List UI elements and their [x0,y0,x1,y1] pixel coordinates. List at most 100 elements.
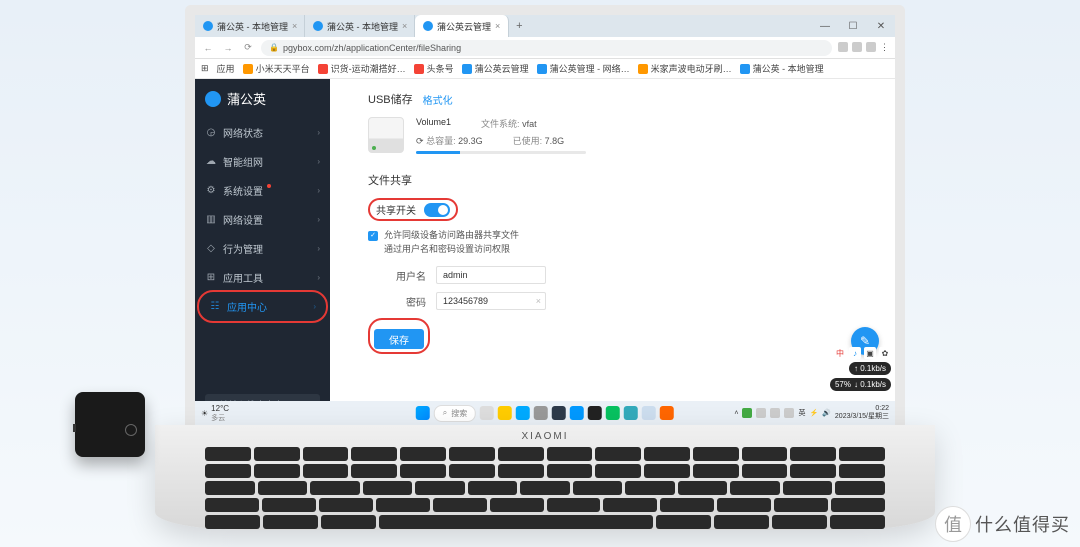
close-icon[interactable]: × [402,21,407,31]
forward-button[interactable]: → [221,43,235,53]
taskbar-search[interactable]: ⌕ 搜索 [434,405,476,422]
wifi-icon[interactable]: ⚡ [809,409,818,417]
close-icon[interactable]: × [495,21,500,31]
desc-line: 通过用户名和密码设置访问权限 [384,243,519,257]
pinned-app-icon[interactable] [570,406,584,420]
browser-tab[interactable]: 蒲公英 - 本地管理 × [195,15,305,37]
password-input[interactable]: 123456789 × [436,292,546,310]
back-button[interactable]: ← [201,43,215,53]
bookmark-item[interactable]: 头条号 [414,62,454,75]
bookmark-item[interactable]: 蒲公英管理 - 网络… [537,62,630,75]
minimize-button[interactable]: — [811,15,839,37]
taskview-icon[interactable] [480,406,494,420]
permission-option[interactable]: ✓ 允许同级设备访问路由器共享文件 通过用户名和密码设置访问权限 [368,229,857,256]
keyboard [205,447,885,512]
sidebar-item-network-status[interactable]: ◶ 网络状态 › [195,118,330,147]
tray-icon[interactable]: ♪ [849,347,861,359]
url-input[interactable]: 🔒 pgybox.com/zh/applicationCenter/fileSh… [261,40,832,56]
sidebar-item-app-tools[interactable]: ⊞ 应用工具 › [195,263,330,292]
weather-widget[interactable]: ☀ 12°C 多云 [201,404,229,423]
disk-icon [368,117,404,153]
tray-icon[interactable] [742,408,752,418]
refresh-icon[interactable]: ⟳ [416,136,424,146]
bookmark-item[interactable]: 小米天天平台 [243,62,310,75]
system-stats-pill[interactable]: 57%↓ 0.1kb/s [830,378,891,391]
tray-icon[interactable]: ✿ [879,347,891,359]
extension-icon[interactable] [838,42,848,52]
favicon-icon [203,21,213,31]
pinned-app-icon[interactable] [642,406,656,420]
tray-icon[interactable]: ▣ [864,347,876,359]
start-button[interactable] [416,406,430,420]
tray-icon[interactable] [784,408,794,418]
tray-icon[interactable] [756,408,766,418]
sidebar-item-label: 网络状态 [223,125,263,140]
clear-icon[interactable]: × [536,296,541,306]
sidebar-item-behavior-manage[interactable]: ◇ 行为管理 › [195,234,330,263]
network-icon: ▥ [205,214,217,225]
system-stats-pill[interactable]: ↑ 0.1kb/s [849,362,891,375]
ime-indicator[interactable]: 英 [798,408,805,418]
chevron-up-icon[interactable]: ˄ [734,410,738,417]
app-content: 蒲公英 ◶ 网络状态 › ☁ 智能组网 › [195,79,895,425]
clock[interactable]: 0:22 2023/3/15/星期三 [835,405,889,420]
new-tab-button[interactable]: + [509,15,529,37]
save-highlight: 保存 [368,318,430,354]
sidebar-item-app-center[interactable]: ☷ 应用中心 › [199,292,326,321]
pinned-app-icon[interactable] [624,406,638,420]
ime-icon[interactable]: 中 [834,347,846,359]
main-panel: USB储存 格式化 Volume1 文件系统: vfat ⟳ 总容量: 29.3… [330,79,895,425]
sidebar-item-network-settings[interactable]: ▥ 网络设置 › [195,205,330,234]
laptop: 蒲公英 - 本地管理 × 蒲公英 - 本地管理 × 蒲公英云管理 × + — ☐ [155,5,935,542]
close-icon[interactable]: × [292,21,297,31]
browser-tab-active[interactable]: 蒲公英云管理 × [415,15,509,37]
pinned-app-icon[interactable] [516,406,530,420]
bookmark-item[interactable]: 米家声波电动牙刷… [638,62,732,75]
share-toggle[interactable] [424,203,450,217]
tray-icon[interactable] [770,408,780,418]
volume-icon[interactable]: 🔊 [822,409,831,417]
windows-taskbar: ☀ 12°C 多云 ⌕ 搜索 [195,401,895,425]
chevron-right-icon: › [317,273,320,282]
usb-section-title: USB储存 格式化 [368,91,857,107]
maximize-button[interactable]: ☐ [839,15,867,37]
save-button[interactable]: 保存 [374,329,424,349]
pinned-app-icon[interactable] [588,406,602,420]
highlight-annotation: ☷ 应用中心 › [197,290,328,323]
menu-icon[interactable]: ⋮ [880,42,889,53]
browser-tab[interactable]: 蒲公英 - 本地管理 × [305,15,415,37]
pinned-app-icon[interactable] [534,406,548,420]
reload-button[interactable]: ⟳ [241,42,255,53]
pinned-app-icon[interactable] [660,406,674,420]
volume-name: Volume1 [416,117,451,130]
sidebar-item-system-settings[interactable]: ⚙ 系统设置 › [195,176,330,205]
bookmark-item[interactable]: 识货-运动潮搭好… [318,62,406,75]
pinned-app-icon[interactable] [498,406,512,420]
extension-icon[interactable] [852,42,862,52]
total-value: 29.3G [458,136,483,146]
bookmark-item[interactable]: 蒲公英云管理 [462,62,529,75]
pinned-app-icon[interactable] [552,406,566,420]
sidebar-item-smart-network[interactable]: ☁ 智能组网 › [195,147,330,176]
sidebar-item-label: 应用中心 [227,299,267,314]
username-input[interactable]: admin [436,266,546,284]
grid-icon: ⊞ [205,272,217,283]
used-value: 7.8G [545,136,565,146]
bookmark-item[interactable]: 蒲公英 - 本地管理 [740,62,824,75]
pinned-app-icon[interactable] [606,406,620,420]
weather-icon: ☀ [201,409,208,418]
extension-icon[interactable] [866,42,876,52]
brand: 蒲公英 [195,79,330,118]
desktop-overlay-tray: 中 ♪ ▣ ✿ ↑ 0.1kb/s 57%↓ 0.1kb/s [830,347,891,391]
format-link[interactable]: 格式化 [423,92,453,107]
apps-icon[interactable]: ⊞ [201,63,209,74]
chevron-right-icon: › [317,157,320,166]
chevron-right-icon: › [313,302,316,311]
checkbox-checked-icon[interactable]: ✓ [368,231,378,241]
close-window-button[interactable]: ✕ [867,15,895,37]
favicon-icon [313,21,323,31]
external-device [75,392,145,457]
share-switch-highlight: 共享开关 [368,198,458,221]
watermark: 值 什么值得买 [935,506,1070,542]
bookmark-item[interactable]: 应用 [217,62,235,75]
